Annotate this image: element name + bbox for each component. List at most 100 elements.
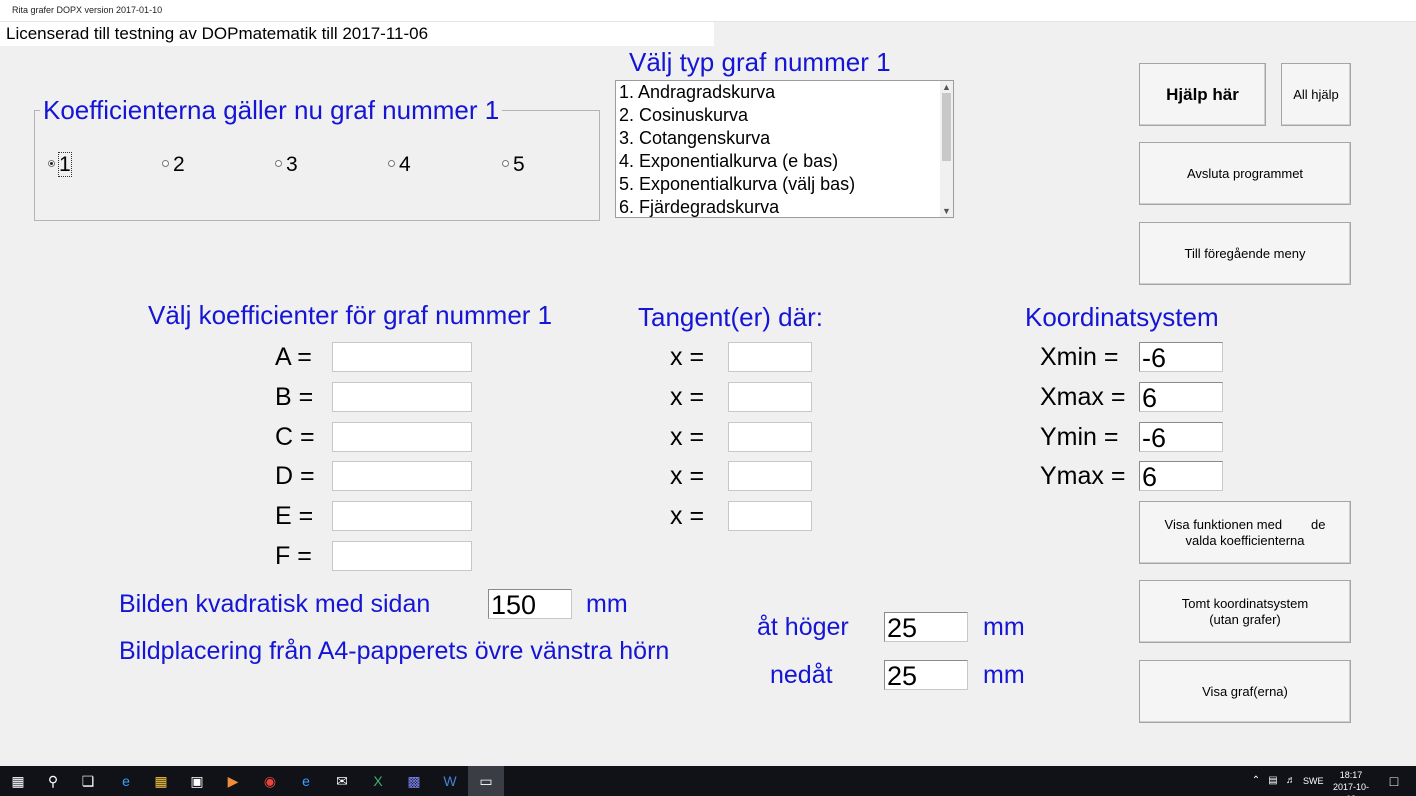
windows-start-icon[interactable]: ▦: [10, 773, 26, 789]
coord-system-heading: Koordinatsystem: [1025, 302, 1219, 332]
media-player-icon[interactable]: ▶: [225, 773, 241, 789]
rita-grafer-icon[interactable]: ▭: [478, 773, 494, 789]
radio-graph-5[interactable]: 5: [502, 152, 525, 178]
down-offset-input[interactable]: 25: [884, 660, 968, 690]
search-icon[interactable]: ⚲: [45, 773, 61, 789]
coef-c-input[interactable]: [332, 422, 472, 452]
down-offset-label: nedåt: [770, 661, 833, 689]
show-function-label-2: valda koefficienterna: [1185, 532, 1305, 548]
xmax-label: Xmax =: [1040, 383, 1126, 411]
chrome-icon[interactable]: ◉: [262, 773, 278, 789]
edge-icon[interactable]: e: [118, 773, 134, 789]
ymin-label: Ymin =: [1040, 423, 1119, 451]
previous-menu-button[interactable]: Till föregående meny: [1139, 222, 1351, 285]
right-offset-unit: mm: [983, 613, 1025, 641]
down-offset-unit: mm: [983, 661, 1025, 689]
word-icon[interactable]: W: [442, 773, 458, 789]
tangent-3-label: x =: [670, 423, 705, 451]
radio-dot-icon: [275, 159, 282, 167]
image-size-input[interactable]: 150: [488, 589, 572, 619]
coef-e-input[interactable]: [332, 501, 472, 531]
radio-graph-4[interactable]: 4: [388, 152, 411, 178]
empty-coords-label-1: Tomt koordinatsystem: [1181, 595, 1309, 611]
right-offset-input[interactable]: 25: [884, 612, 968, 642]
radio-graph-3[interactable]: 3: [275, 152, 298, 178]
help-here-button[interactable]: Hjälp här: [1139, 63, 1266, 126]
radio-dot-icon: [162, 159, 169, 167]
task-view-icon[interactable]: ❏: [80, 773, 96, 789]
ymax-label: Ymax =: [1040, 462, 1126, 490]
tangent-1-label: x =: [670, 343, 705, 371]
list-item[interactable]: 3. Cotangenskurva: [616, 127, 953, 150]
graph-type-listbox[interactable]: 1. Andragradskurva 2. Cosinuskurva 3. Co…: [615, 80, 954, 218]
right-offset-label: åt höger: [757, 613, 849, 641]
radio-dot-icon: [388, 159, 395, 167]
app-icon[interactable]: ▩: [406, 773, 422, 789]
file-explorer-icon[interactable]: ▦: [153, 773, 169, 789]
show-function-label-1: Visa funktionen med de: [1164, 516, 1326, 532]
scroll-thumb[interactable]: [942, 93, 951, 161]
scroll-up-icon[interactable]: ▲: [940, 81, 953, 93]
all-help-button[interactable]: All hjälp: [1281, 63, 1351, 126]
excel-icon[interactable]: X: [370, 773, 386, 789]
tangent-4-label: x =: [670, 462, 705, 490]
coef-group-title: Koefficienterna gäller nu graf nummer 1: [40, 95, 503, 125]
coef-b-label: B =: [275, 383, 314, 411]
ymin-input[interactable]: -6: [1139, 422, 1223, 452]
language-indicator[interactable]: SWE: [1303, 766, 1324, 796]
quit-button[interactable]: Avsluta programmet: [1139, 142, 1351, 205]
internet-explorer-icon[interactable]: e: [298, 773, 314, 789]
tangent-4-input[interactable]: [728, 461, 812, 491]
image-size-label: Bilden kvadratisk med sidan: [119, 590, 431, 618]
tangent-2-label: x =: [670, 383, 705, 411]
placement-label: Bildplacering från A4-papperets övre vän…: [119, 637, 670, 665]
xmin-input[interactable]: -6: [1139, 342, 1223, 372]
clock-date: 2017-10-08: [1332, 782, 1370, 796]
radio-graph-2[interactable]: 2: [162, 152, 185, 178]
radio-dot-icon: [502, 159, 509, 167]
taskbar-clock[interactable]: 18:17 2017-10-08: [1328, 769, 1374, 796]
coef-d-label: D =: [275, 462, 315, 490]
list-scrollbar[interactable]: ▲ ▼: [940, 81, 953, 217]
empty-coords-button[interactable]: Tomt koordinatsystem (utan grafer): [1139, 580, 1351, 643]
list-item[interactable]: 6. Fjärdegradskurva: [616, 196, 953, 217]
coef-f-label: F =: [275, 542, 312, 570]
ymax-input[interactable]: 6: [1139, 461, 1223, 491]
show-function-button[interactable]: Visa funktionen med de valda koefficient…: [1139, 501, 1351, 564]
tangent-5-input[interactable]: [728, 501, 812, 531]
coef-a-input[interactable]: [332, 342, 472, 372]
xmin-label: Xmin =: [1040, 343, 1119, 371]
coef-b-input[interactable]: [332, 382, 472, 412]
tangent-5-label: x =: [670, 502, 705, 530]
tangents-heading: Tangent(er) där:: [638, 302, 823, 332]
clock-time: 18:17: [1339, 770, 1363, 780]
list-item[interactable]: 5. Exponentialkurva (välj bas): [616, 173, 953, 196]
list-item[interactable]: 4. Exponentialkurva (e bas): [616, 150, 953, 173]
tray-chevron-up-icon[interactable]: ⌃: [1248, 773, 1264, 789]
volume-icon[interactable]: ♬: [1283, 773, 1299, 789]
network-icon[interactable]: ▤: [1265, 773, 1281, 789]
notifications-icon[interactable]: □: [1386, 773, 1402, 789]
image-size-unit: mm: [586, 590, 628, 618]
coef-d-input[interactable]: [332, 461, 472, 491]
tangent-3-input[interactable]: [728, 422, 812, 452]
coef-f-input[interactable]: [332, 541, 472, 571]
list-item[interactable]: 2. Cosinuskurva: [616, 104, 953, 127]
tangent-2-input[interactable]: [728, 382, 812, 412]
xmax-input[interactable]: 6: [1139, 382, 1223, 412]
list-item[interactable]: 1. Andragradskurva: [616, 81, 953, 104]
coef-a-label: A =: [275, 343, 312, 371]
mail-icon[interactable]: ✉: [334, 773, 350, 789]
tangent-1-input[interactable]: [728, 342, 812, 372]
coef-c-label: C =: [275, 423, 315, 451]
coef-e-label: E =: [275, 502, 314, 530]
graph-type-heading: Välj typ graf nummer 1: [629, 47, 891, 77]
scroll-down-icon[interactable]: ▼: [940, 205, 953, 217]
taskbar: ▦ ⚲ ❏ e ▦ ▣ ▶ ◉ e ✉ X ▩ W ▭ ⌃ ▤ ♬ SWE 18…: [0, 766, 1416, 796]
radio-graph-1[interactable]: 1: [48, 152, 72, 178]
window-titlebar: Rita grafer DOPX version 2017-01-10: [0, 0, 1416, 22]
store-icon[interactable]: ▣: [189, 773, 205, 789]
show-graphs-button[interactable]: Visa graf(erna): [1139, 660, 1351, 723]
coefficients-heading: Välj koefficienter för graf nummer 1: [148, 300, 553, 330]
license-text: Licenserad till testning av DOPmatematik…: [0, 22, 714, 46]
